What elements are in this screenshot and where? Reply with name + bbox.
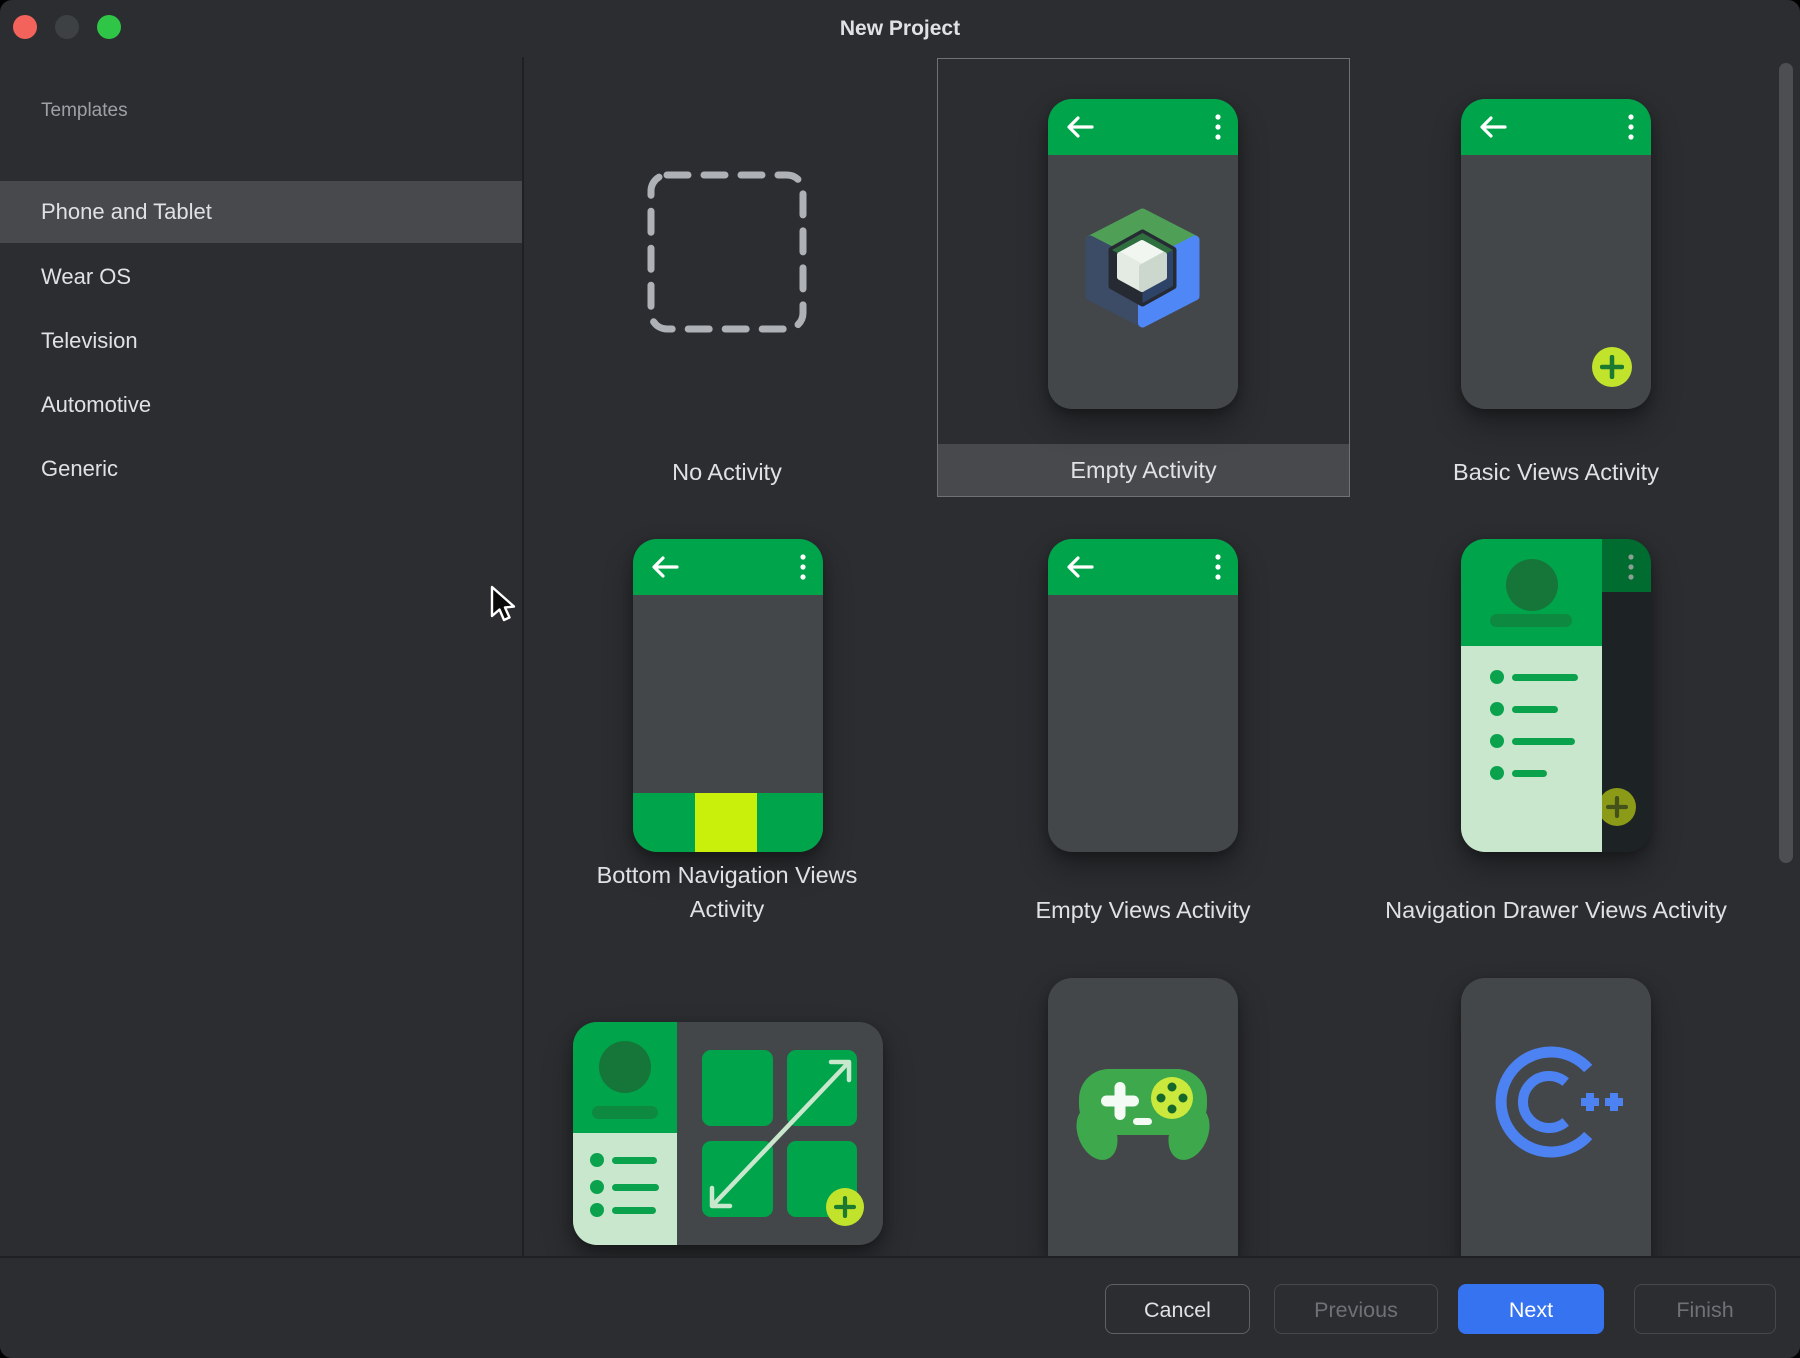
sidebar-item-generic[interactable]: Generic [0,438,522,500]
sidebar-item-automotive[interactable]: Automotive [0,374,522,436]
kebab-menu-icon [1214,114,1222,140]
drawer-header [1461,539,1602,646]
template-label-empty-views: Empty Views Activity [973,893,1313,927]
basic-views-phone-preview [1461,99,1651,409]
empty-activity-phone-preview [1048,99,1238,409]
bottom-nav-bar [633,793,823,852]
vertical-scrollbar-thumb[interactable] [1779,63,1793,863]
phone-appbar [1048,99,1238,155]
phone-appbar [1461,99,1651,155]
cpp-phone-preview [1461,978,1651,1256]
templates-header: Templates [41,100,128,122]
new-project-dialog: New Project Templates Phone and Tablet W… [0,0,1800,1358]
fab-plus-icon-dimmed [1598,788,1636,826]
next-button[interactable]: Next [1458,1284,1604,1334]
responsive-layout-tablet [573,1022,883,1245]
titlebar: New Project [0,0,1800,57]
window-title: New Project [0,0,1800,57]
mouse-cursor [489,585,517,625]
template-label-empty-activity: Empty Activity [938,444,1349,496]
sidebar-item-phone-and-tablet[interactable]: Phone and Tablet [0,181,522,243]
username-placeholder [1490,614,1572,627]
fab-plus-icon [1592,347,1632,387]
sidebar-item-television[interactable]: Television [0,310,522,372]
avatar [1506,559,1558,611]
back-arrow-icon [1479,116,1507,138]
kebab-menu-icon [1627,114,1635,140]
kebab-menu-icon [1627,554,1635,580]
kebab-menu-icon [799,554,807,580]
bottom-nav-selected-tab [695,793,757,852]
jetpack-compose-logo [1085,208,1200,328]
cancel-button[interactable]: Cancel [1105,1284,1250,1334]
phone-appbar [1048,539,1238,595]
nav-drawer-phone-preview [1461,539,1651,852]
sidebar-divider [522,57,524,1256]
drawer-menu [1461,646,1602,852]
back-arrow-icon [651,556,679,578]
back-arrow-icon [1066,116,1094,138]
back-arrow-icon [1066,556,1094,578]
dashed-square-icon [647,171,807,333]
finish-button[interactable]: Finish [1634,1284,1776,1334]
sidebar-item-wear-os[interactable]: Wear OS [0,246,522,308]
cpp-logo-icon [1486,1040,1626,1170]
navigation-drawer [1461,539,1602,852]
template-label-navigation-drawer: Navigation Drawer Views Activity [1346,893,1766,927]
template-label-no-activity: No Activity [557,455,897,489]
dialog-button-bar: Cancel Previous Next Finish [0,1256,1800,1358]
previous-button[interactable]: Previous [1274,1284,1438,1334]
phone-appbar [633,539,823,595]
game-phone-preview [1048,978,1238,1256]
template-label-bottom-nav: Bottom Navigation Views Activity [557,858,897,926]
game-controller-icon [1073,1057,1213,1167]
empty-views-phone-preview [1048,539,1238,852]
template-label-basic-views: Basic Views Activity [1386,455,1726,489]
bottom-nav-phone-preview [633,539,823,852]
kebab-menu-icon [1214,554,1222,580]
fab-plus-icon [826,1188,864,1226]
